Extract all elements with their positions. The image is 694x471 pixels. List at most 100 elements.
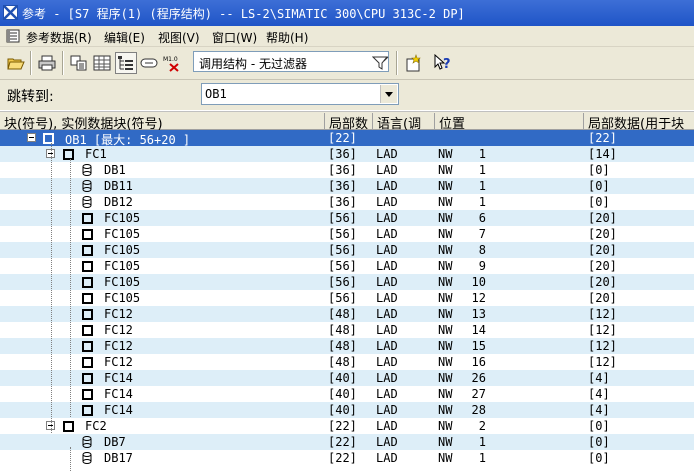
tree-row[interactable]: DB1 [36] LAD NW 1 [0] xyxy=(0,162,694,178)
language-value: LAD xyxy=(376,147,398,161)
position-number: 14 xyxy=(471,323,486,337)
goto-combobox[interactable]: OB1 xyxy=(201,83,399,105)
column-header-local[interactable]: 局部数 xyxy=(325,113,373,130)
position-type: NW xyxy=(438,179,453,193)
cross-reference-button[interactable] xyxy=(68,52,90,74)
new-window-icon xyxy=(406,54,421,72)
tree-row[interactable]: DB12 [36] LAD NW 1 [0] xyxy=(0,194,694,210)
block-icon xyxy=(63,149,74,160)
block-icon xyxy=(82,373,93,384)
block-icon xyxy=(82,309,93,320)
print-button[interactable] xyxy=(36,52,58,74)
block-icon xyxy=(82,213,93,224)
position-type: NW xyxy=(438,403,453,417)
local-data-value: [0] xyxy=(588,179,610,193)
local-data-value: [22] xyxy=(588,131,617,145)
toolbar-separator xyxy=(62,51,64,75)
menu-window[interactable]: 窗口(W) xyxy=(212,29,257,46)
position-type: NW xyxy=(438,435,453,449)
tree-row[interactable]: DB17 [22] LAD NW 1 [0] xyxy=(0,450,694,466)
tree-row[interactable]: FC12 [48] LAD NW 13 [12] xyxy=(0,306,694,322)
block-name: FC105 xyxy=(104,227,141,241)
local-data-value: [20] xyxy=(588,259,617,273)
language-value: LAD xyxy=(376,387,398,401)
chevron-down-icon xyxy=(385,91,393,97)
cross-reference-icon xyxy=(70,55,87,71)
goto-dropdown-button[interactable] xyxy=(380,85,397,103)
position-type: NW xyxy=(438,291,453,305)
block-name: FC12 xyxy=(104,307,133,321)
local-value: [22] xyxy=(328,419,357,433)
block-name: DB11 xyxy=(104,179,133,193)
language-value: LAD xyxy=(376,179,398,193)
open-button[interactable] xyxy=(5,52,27,74)
local-value: [56] xyxy=(328,243,357,257)
language-value: LAD xyxy=(376,227,398,241)
collapse-toggle[interactable] xyxy=(27,133,36,142)
tree-row[interactable]: FC105 [56] LAD NW 7 [20] xyxy=(0,226,694,242)
unused-symbols-button[interactable] xyxy=(138,52,160,74)
column-header-position[interactable]: 位置 xyxy=(435,113,584,130)
svg-text:?: ? xyxy=(443,57,451,72)
title-bar: 参考 - [S7 程序(1) (程序结构) -- LS-2\SIMATIC 30… xyxy=(0,0,694,26)
tree-row[interactable]: FC1 [36] LAD NW 1 [14] xyxy=(0,146,694,162)
block-icon xyxy=(82,245,93,256)
block-name: FC105 xyxy=(104,211,141,225)
block-icon xyxy=(82,357,93,368)
tree-row[interactable]: FC105 [56] LAD NW 6 [20] xyxy=(0,210,694,226)
position-number: 1 xyxy=(478,195,486,209)
tree-row[interactable]: FC105 [56] LAD NW 8 [20] xyxy=(0,242,694,258)
menu-view[interactable]: 视图(V) xyxy=(158,29,200,46)
reference-app-icon xyxy=(3,5,18,20)
filter-button[interactable] xyxy=(370,52,392,74)
tree-row[interactable]: FC105 [56] LAD NW 9 [20] xyxy=(0,258,694,274)
context-help-button[interactable]: ? xyxy=(432,52,454,74)
address-without-symbol-button[interactable]: M1.0 xyxy=(161,52,183,74)
tree-row[interactable]: DB7 [22] LAD NW 1 [0] xyxy=(0,434,694,450)
position-number: 1 xyxy=(478,435,486,449)
position-type: NW xyxy=(438,227,453,241)
tree-row[interactable]: FC14 [40] LAD NW 28 [4] xyxy=(0,402,694,418)
program-structure-icon xyxy=(118,56,133,70)
tree-row[interactable]: FC105 [56] LAD NW 10 [20] xyxy=(0,274,694,290)
position-type: NW xyxy=(438,339,453,353)
local-data-value: [20] xyxy=(588,243,617,257)
menu-help[interactable]: 帮助(H) xyxy=(266,29,308,46)
tree-row[interactable]: FC12 [48] LAD NW 15 [12] xyxy=(0,338,694,354)
tree-row[interactable]: FC12 [48] LAD NW 14 [12] xyxy=(0,322,694,338)
assignment-button[interactable] xyxy=(91,52,113,74)
new-window-button[interactable] xyxy=(402,52,424,74)
menu-edit[interactable]: 编辑(E) xyxy=(104,29,145,46)
local-value: [22] xyxy=(328,131,357,145)
language-value: LAD xyxy=(376,307,398,321)
position-number: 6 xyxy=(478,211,486,225)
column-header-local-data[interactable]: 局部数据(用于块 xyxy=(584,113,694,130)
document-window-icon[interactable] xyxy=(6,29,20,43)
local-value: [56] xyxy=(328,259,357,273)
local-data-value: [0] xyxy=(588,451,610,465)
tree-row[interactable]: DB11 [36] LAD NW 1 [0] xyxy=(0,178,694,194)
position-type: NW xyxy=(438,163,453,177)
column-header-block[interactable]: 块(符号), 实例数据块(符号) xyxy=(0,113,325,130)
language-value: LAD xyxy=(376,259,398,273)
language-value: LAD xyxy=(376,371,398,385)
position-type: NW xyxy=(438,323,453,337)
block-name: FC2 xyxy=(85,419,107,433)
tree-row[interactable]: FC12 [48] LAD NW 16 [12] xyxy=(0,354,694,370)
tree-row[interactable]: FC14 [40] LAD NW 26 [4] xyxy=(0,370,694,386)
menu-reference-data[interactable]: 参考数据(R) xyxy=(26,29,92,46)
program-structure-button[interactable] xyxy=(115,52,137,74)
tree-row[interactable]: FC2 [22] LAD NW 2 [0] xyxy=(0,418,694,434)
column-header-language[interactable]: 语言(调 xyxy=(373,113,435,130)
toolbar-separator xyxy=(30,51,32,75)
position-number: 26 xyxy=(471,371,486,385)
block-name: DB7 xyxy=(104,435,126,449)
position-type: NW xyxy=(438,259,453,273)
tree-row-selected[interactable]: OB1 [最大: 56+20 ] [22] [22] xyxy=(0,130,694,147)
position-type: NW xyxy=(438,147,453,161)
tree-row[interactable]: FC105 [56] LAD NW 12 [20] xyxy=(0,290,694,306)
tree-row[interactable]: FC14 [40] LAD NW 27 [4] xyxy=(0,386,694,402)
block-icon xyxy=(82,405,93,416)
filter-display[interactable]: 调用结构 - 无过滤器 xyxy=(193,51,389,72)
toolbar-separator xyxy=(396,51,398,75)
